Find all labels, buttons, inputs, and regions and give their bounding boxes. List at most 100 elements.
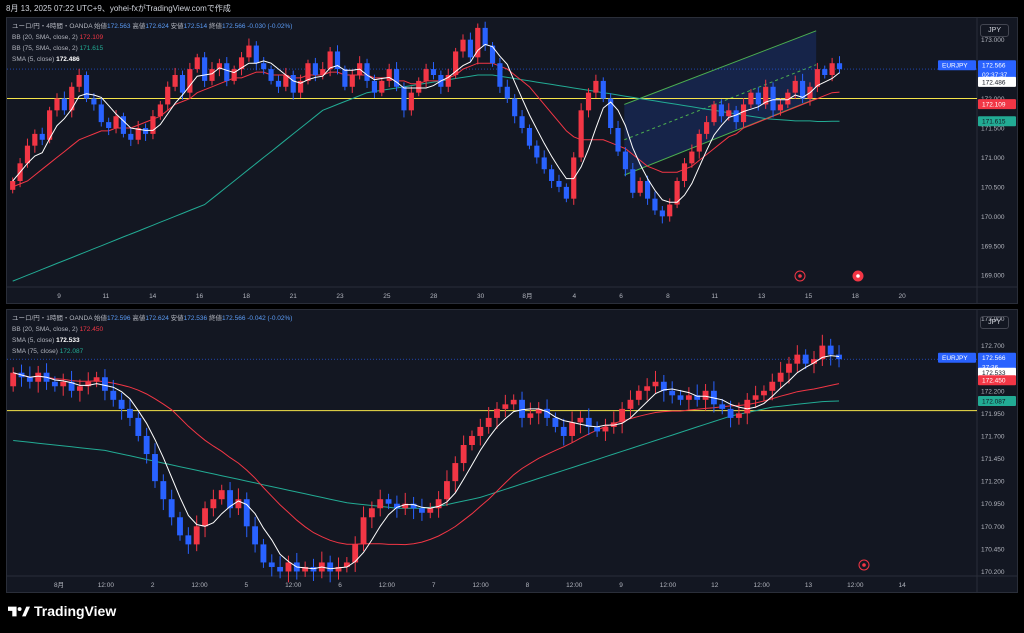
candle <box>460 445 467 464</box>
candle <box>379 80 385 93</box>
candle <box>685 395 692 400</box>
candle <box>224 63 230 81</box>
x-tick-label: 8月 <box>54 581 64 589</box>
candle <box>32 133 38 146</box>
legend-4h: ユーロ/円・4時間・OANDA 始値172.563 高値172.624 安値17… <box>12 21 292 65</box>
candle <box>218 490 225 500</box>
candle <box>644 181 651 199</box>
candle <box>385 499 392 504</box>
candle <box>312 63 318 75</box>
candle <box>637 181 643 193</box>
candle <box>150 116 156 134</box>
candle <box>268 69 274 81</box>
y-tick-label: 171.950 <box>981 411 1005 418</box>
currency-button[interactable]: JPY <box>980 316 1009 329</box>
x-tick-label: 12:00 <box>847 582 864 589</box>
close-label: 終値 <box>208 315 222 322</box>
chart-pane-4h[interactable]: 173.000172.500172.000171.500171.000170.5… <box>6 17 1018 304</box>
indicator-bb20[interactable]: BB (20, SMA, close, 2) 172.450 <box>12 324 292 335</box>
currency-button[interactable]: JPY <box>980 24 1009 37</box>
candle <box>677 395 684 400</box>
tradingview-logo[interactable]: TradingView <box>8 603 116 619</box>
candle <box>744 399 751 414</box>
bb20-badge: 172.109 <box>982 102 1006 109</box>
low-value: 172.514 <box>183 23 208 30</box>
event-icon <box>794 270 806 282</box>
candle <box>719 404 726 409</box>
x-tick-label: 16 <box>196 293 204 300</box>
candle <box>110 390 117 400</box>
x-tick-label: 6 <box>619 293 623 300</box>
indicator-sma5[interactable]: SMA (5, close) 172.533 <box>12 335 292 346</box>
candle <box>534 145 540 158</box>
candle <box>736 413 742 418</box>
candle <box>752 395 759 400</box>
candle <box>489 45 496 64</box>
candle <box>667 204 673 217</box>
candle <box>371 80 378 93</box>
price-badge: 172.566 <box>982 355 1006 362</box>
candle <box>427 508 434 513</box>
candle <box>777 372 784 382</box>
candle <box>563 186 569 199</box>
candle <box>519 116 525 128</box>
x-tick-label: 18 <box>243 293 251 300</box>
x-tick-label: 20 <box>899 293 907 300</box>
indicator-bb20[interactable]: BB (20, SMA, close, 2) 172.109 <box>12 32 292 43</box>
x-tick-label: 13 <box>758 293 766 300</box>
indicator-value: 172.087 <box>59 348 84 355</box>
price-badge: 172.566 <box>982 63 1006 70</box>
candle <box>179 75 186 93</box>
x-tick-label: 25 <box>383 293 391 300</box>
candle <box>305 63 311 81</box>
candle <box>494 408 500 418</box>
candle <box>556 181 562 187</box>
candle <box>769 381 776 391</box>
open-value: 172.596 <box>107 315 131 322</box>
candle <box>659 210 665 217</box>
candle <box>118 399 125 409</box>
candle <box>187 69 193 93</box>
symbol-line[interactable]: ユーロ/円・1時間・OANDA <box>12 315 92 322</box>
low-label: 安値 <box>170 315 184 322</box>
y-tick-label: 170.450 <box>981 546 1005 553</box>
indicator-bb75[interactable]: BB (75, SMA, close, 2) 171.615 <box>12 43 292 54</box>
indicator-sma75[interactable]: SMA (75, close) 172.087 <box>12 346 292 357</box>
x-tick-label: 8 <box>666 293 670 300</box>
candle <box>627 399 634 409</box>
candle <box>836 63 843 70</box>
candle <box>552 417 559 427</box>
close-value: 172.566 <box>221 315 246 322</box>
indicator-sma5[interactable]: SMA (5, close) 172.486 <box>12 54 292 65</box>
indicator-label: BB (20, SMA, close, 2) <box>12 34 78 41</box>
candle <box>285 562 292 572</box>
chart-pane-1h[interactable]: 173.000172.700172.450172.200171.950171.7… <box>6 309 1018 593</box>
candle <box>260 544 267 563</box>
candle <box>577 417 584 423</box>
candle <box>689 151 695 164</box>
y-tick-label: 171.000 <box>981 155 1005 162</box>
x-tick-label: 8月 <box>522 292 532 300</box>
candle <box>377 499 384 509</box>
y-tick-label: 171.450 <box>981 456 1005 463</box>
high-value: 172.624 <box>145 23 169 30</box>
x-tick-label: 12:00 <box>379 582 396 589</box>
y-tick-label: 169.500 <box>981 243 1005 250</box>
candle <box>802 354 809 364</box>
candle <box>510 399 517 405</box>
candle <box>630 169 636 193</box>
candle <box>602 426 609 432</box>
indicator-label: SMA (75, close) <box>12 348 58 355</box>
candle <box>469 435 475 445</box>
symbol-line[interactable]: ユーロ/円・4時間・OANDA <box>12 23 92 30</box>
indicator-label: SMA (5, close) <box>12 337 55 344</box>
candle <box>681 163 688 181</box>
candle <box>669 390 676 396</box>
candle <box>342 69 348 87</box>
indicator-label: SMA (5, close) <box>12 56 55 63</box>
indicator-label: BB (20, SMA, close, 2) <box>12 326 78 333</box>
open-label: 始値 <box>94 315 107 322</box>
y-tick-label: 169.000 <box>981 273 1005 280</box>
candle <box>193 526 200 545</box>
event-icon <box>858 559 870 571</box>
